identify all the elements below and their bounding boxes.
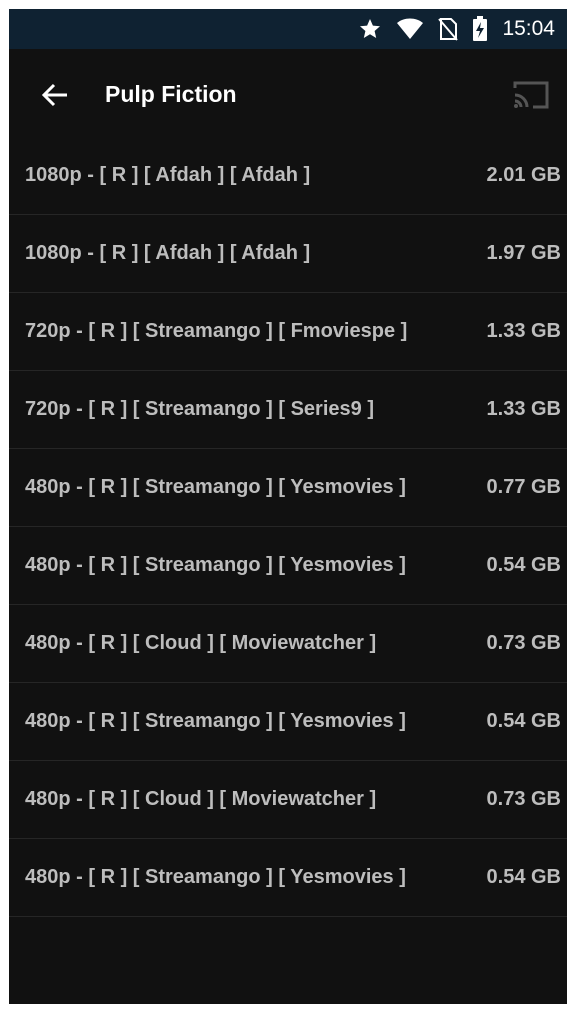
app-screen: 15:04 Pulp Fiction 1080p - [ R ] [ Afdah… [9, 9, 567, 1004]
source-label: 480p - [ R ] [ Streamango ] [ Yesmovies … [25, 710, 406, 732]
toolbar: Pulp Fiction [9, 49, 567, 137]
star-icon [358, 17, 382, 41]
source-label: 480p - [ R ] [ Cloud ] [ Moviewatcher ] [25, 632, 377, 654]
source-item[interactable]: 1080p - [ R ] [ Afdah ] [ Afdah ] 1.97 G… [9, 215, 567, 293]
source-item[interactable]: 480p - [ R ] [ Streamango ] [ Yesmovies … [9, 839, 567, 917]
wifi-icon [396, 18, 424, 40]
source-size: 2.01 GB [486, 164, 561, 186]
source-label: 480p - [ R ] [ Streamango ] [ Yesmovies … [25, 866, 406, 888]
source-label: 480p - [ R ] [ Streamango ] [ Yesmovies … [25, 554, 406, 576]
source-label: 480p - [ R ] [ Streamango ] [ Yesmovies … [25, 476, 406, 498]
source-item[interactable]: 480p - [ R ] [ Streamango ] [ Yesmovies … [9, 683, 567, 761]
source-label: 1080p - [ R ] [ Afdah ] [ Afdah ] [25, 164, 311, 186]
source-item[interactable]: 720p - [ R ] [ Streamango ] [ Series9 ] … [9, 371, 567, 449]
status-bar: 15:04 [9, 9, 567, 49]
source-label: 480p - [ R ] [ Cloud ] [ Moviewatcher ] [25, 788, 377, 810]
source-size: 0.73 GB [486, 632, 561, 654]
source-size: 0.73 GB [486, 788, 561, 810]
source-size: 1.97 GB [486, 242, 561, 264]
source-list: 1080p - [ R ] [ Afdah ] [ Afdah ] 2.01 G… [9, 137, 567, 917]
source-label: 720p - [ R ] [ Streamango ] [ Fmoviespe … [25, 320, 408, 342]
source-item[interactable]: 480p - [ R ] [ Streamango ] [ Yesmovies … [9, 449, 567, 527]
page-title: Pulp Fiction [105, 81, 237, 107]
source-size: 0.54 GB [486, 710, 561, 732]
battery-charging-icon [472, 16, 488, 42]
source-item[interactable]: 480p - [ R ] [ Cloud ] [ Moviewatcher ] … [9, 761, 567, 839]
source-item[interactable]: 480p - [ R ] [ Streamango ] [ Yesmovies … [9, 527, 567, 605]
arrow-left-icon [41, 83, 67, 107]
status-time: 15:04 [502, 17, 555, 40]
source-label: 720p - [ R ] [ Streamango ] [ Series9 ] [25, 398, 374, 420]
source-size: 0.54 GB [486, 554, 561, 576]
source-size: 0.54 GB [486, 866, 561, 888]
cast-button[interactable] [511, 79, 551, 111]
source-item[interactable]: 720p - [ R ] [ Streamango ] [ Fmoviespe … [9, 293, 567, 371]
source-size: 0.77 GB [486, 476, 561, 498]
source-size: 1.33 GB [486, 398, 561, 420]
cast-icon [513, 81, 549, 109]
no-sim-icon [438, 17, 459, 41]
source-size: 1.33 GB [486, 320, 561, 342]
source-item[interactable]: 480p - [ R ] [ Cloud ] [ Moviewatcher ] … [9, 605, 567, 683]
back-button[interactable] [39, 79, 71, 111]
source-label: 1080p - [ R ] [ Afdah ] [ Afdah ] [25, 242, 311, 264]
source-item[interactable]: 1080p - [ R ] [ Afdah ] [ Afdah ] 2.01 G… [9, 137, 567, 215]
